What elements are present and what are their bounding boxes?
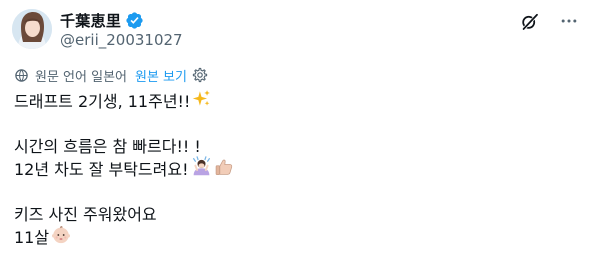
header-actions (519, 11, 579, 31)
user-handle[interactable]: @erii_20031027 (60, 31, 183, 49)
post-line: 키즈 사진 주워왔어요 (14, 203, 234, 226)
more-options-icon[interactable] (559, 11, 579, 31)
post-text: 드래프트 2기생, 11주년!! 시간의 흐름은 참 빠르다!! ! 12년 차… (14, 90, 234, 249)
post-line-text: 시간의 흐름은 참 빠르다!! ! (14, 137, 201, 156)
name-row: 千葉恵里 (60, 10, 144, 30)
verified-badge-icon (125, 11, 144, 30)
post-line-text: 11살 (14, 228, 50, 247)
post-line-text: 12년 차도 잘 부탁드려요! (14, 160, 189, 179)
translate-globe-icon (14, 68, 29, 83)
profile-photo (12, 9, 52, 49)
person-bowing-emoji (191, 156, 212, 183)
post-line-text: 키즈 사진 주워왔어요 (14, 205, 157, 224)
baby-emoji (51, 225, 71, 251)
translation-source-label: 원문 언어 일본어 (35, 69, 127, 85)
post-container: 千葉恵里 @erii_20031027 원문 언어 일본어 원본 보기 드래프트… (0, 0, 591, 268)
post-line: 12년 차도 잘 부탁드려요! (14, 156, 234, 183)
post-line: 11살 (14, 225, 234, 251)
thumbs-up-emoji (214, 157, 234, 183)
post-line-text: 드래프트 2기생, 11주년!! (14, 92, 191, 111)
post-line: 드래프트 2기생, 11주년!! (14, 90, 234, 113)
display-name[interactable]: 千葉恵里 (60, 10, 121, 31)
translation-bar: 원문 언어 일본어 원본 보기 (14, 66, 208, 85)
show-original-link[interactable]: 원본 보기 (135, 66, 187, 85)
post-line: 시간의 흐름은 참 빠르다!! ! (14, 135, 234, 158)
grok-icon[interactable] (519, 11, 539, 31)
gear-icon[interactable] (192, 67, 208, 83)
sparkles-emoji (192, 89, 211, 114)
avatar[interactable] (12, 9, 52, 49)
